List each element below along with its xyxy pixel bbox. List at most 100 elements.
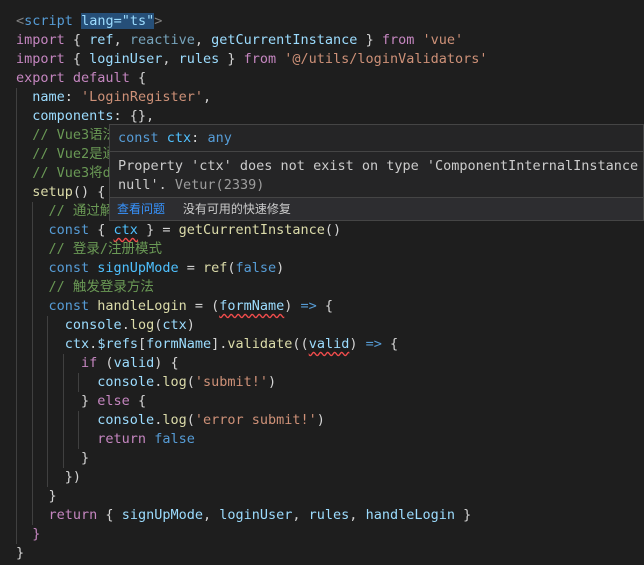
message-line-2: null'. bbox=[118, 177, 167, 193]
code-token: loginUser bbox=[219, 507, 293, 523]
view-problem-link[interactable]: 查看问题 bbox=[117, 202, 165, 216]
code-token: components bbox=[32, 108, 114, 124]
code-area[interactable]: <script lang="ts"> import { ref, reactive… bbox=[16, 12, 487, 563]
code-line[interactable]: export default { bbox=[16, 69, 487, 88]
code-token: ) { bbox=[154, 355, 179, 371]
code-token: setup bbox=[32, 184, 73, 200]
indent-guide bbox=[16, 126, 17, 145]
code-token: , bbox=[194, 32, 212, 48]
code-line[interactable]: // 触发登录方法 bbox=[16, 278, 487, 297]
code-token: getCurrentInstance bbox=[211, 32, 358, 48]
indent-guide bbox=[31, 506, 33, 525]
code-token: $refs bbox=[97, 336, 138, 352]
code-line[interactable]: import { ref, reactive, getCurrentInstan… bbox=[16, 31, 487, 50]
code-token: handleLogin bbox=[97, 298, 187, 314]
indent-guide bbox=[47, 392, 48, 411]
indent-guide bbox=[62, 430, 64, 449]
code-token: valid bbox=[113, 355, 155, 371]
indent-guide bbox=[47, 430, 48, 449]
code-editor[interactable]: <script lang="ts"> import { ref, reactive… bbox=[0, 0, 644, 565]
code-line[interactable]: if (valid) { bbox=[16, 354, 487, 373]
code-token: rules bbox=[178, 51, 220, 67]
code-token: , bbox=[202, 89, 212, 105]
code-token: else bbox=[97, 393, 130, 409]
code-line[interactable]: }) bbox=[16, 468, 487, 487]
indent-guide bbox=[31, 354, 33, 373]
code-line[interactable]: import { loginUser, rules } from '@/util… bbox=[16, 50, 487, 69]
code-token: const bbox=[48, 298, 90, 314]
code-token: // Vue3语法 bbox=[32, 127, 117, 143]
indent-guide bbox=[16, 430, 17, 449]
indent-guide bbox=[16, 525, 17, 544]
code-token: console bbox=[97, 374, 155, 390]
code-line[interactable]: return { signUpMode, loginUser, rules, h… bbox=[16, 506, 487, 525]
code-token: { bbox=[64, 32, 90, 48]
code-token: , bbox=[292, 507, 309, 523]
code-token: ( bbox=[97, 355, 114, 371]
code-line[interactable]: ctx.$refs[formName].validate((valid) => … bbox=[16, 335, 487, 354]
code-token: ) bbox=[284, 298, 301, 314]
code-token: { bbox=[381, 336, 399, 352]
indent-guide bbox=[16, 449, 17, 468]
no-quick-fix-label: 没有可用的快速修复 bbox=[182, 202, 291, 216]
indent-guide bbox=[78, 373, 79, 392]
indent-guide bbox=[78, 411, 79, 430]
signature-name: ctx bbox=[166, 130, 192, 146]
code-token: // Vue2是通 bbox=[32, 146, 117, 162]
code-line[interactable]: console.log('submit!') bbox=[16, 373, 487, 392]
code-line[interactable]: const handleLogin = (formName) => { bbox=[16, 297, 487, 316]
code-token: } bbox=[16, 545, 25, 561]
message-line-1: Property 'ctx' does not exist on type 'C… bbox=[118, 158, 644, 174]
indent-guide bbox=[31, 430, 33, 449]
code-line[interactable]: } bbox=[16, 544, 487, 563]
indent-guide bbox=[31, 411, 33, 430]
code-line[interactable]: } bbox=[16, 449, 487, 468]
code-token: (( bbox=[292, 336, 309, 352]
code-token: getCurrentInstance bbox=[178, 222, 325, 238]
code-token: console bbox=[64, 317, 122, 333]
code-token: import bbox=[16, 32, 65, 48]
code-line[interactable]: console.log('error submit!') bbox=[16, 411, 487, 430]
code-token: 'vue' bbox=[422, 32, 464, 48]
code-token: } bbox=[32, 526, 41, 542]
message-source: Vetur(2339) bbox=[174, 177, 265, 193]
code-token: ctx bbox=[162, 317, 187, 333]
code-token: } bbox=[81, 393, 98, 409]
indent-guide bbox=[16, 259, 17, 278]
indent-guide bbox=[47, 411, 48, 430]
code-token: ref bbox=[202, 260, 228, 276]
code-token: const bbox=[48, 260, 90, 276]
code-token: from bbox=[243, 51, 277, 67]
indent-guide bbox=[31, 449, 33, 468]
code-line[interactable]: const { ctx } = getCurrentInstance() bbox=[16, 221, 487, 240]
indent-guide bbox=[31, 221, 33, 240]
code-line[interactable]: } bbox=[16, 487, 487, 506]
hover-actions-bar: 查看问题 没有可用的快速修复 bbox=[110, 197, 643, 220]
code-line[interactable]: // 登录/注册模式 bbox=[16, 240, 487, 259]
code-token: return bbox=[97, 431, 147, 447]
code-token: }) bbox=[64, 469, 82, 485]
code-token: // 登录/注册模式 bbox=[48, 241, 163, 257]
code-line[interactable]: <script lang="ts"> bbox=[16, 12, 487, 31]
code-token: } bbox=[48, 488, 57, 504]
code-token: // 通过解 bbox=[48, 203, 114, 219]
code-line[interactable]: console.log(ctx) bbox=[16, 316, 487, 335]
code-token: ) bbox=[349, 336, 366, 352]
code-token: () { bbox=[72, 184, 106, 200]
code-token: validate bbox=[227, 336, 293, 352]
indent-guide bbox=[78, 430, 79, 449]
code-token: } = bbox=[137, 222, 179, 238]
indent-guide bbox=[16, 145, 17, 164]
indent-guide bbox=[16, 392, 17, 411]
code-token: script bbox=[24, 13, 73, 29]
code-token: [ bbox=[137, 336, 147, 352]
code-line[interactable]: return false bbox=[16, 430, 487, 449]
indent-guide bbox=[31, 297, 33, 316]
code-line[interactable]: const signUpMode = ref(false) bbox=[16, 259, 487, 278]
code-line[interactable]: } else { bbox=[16, 392, 487, 411]
indent-guide bbox=[16, 487, 17, 506]
code-line[interactable]: } bbox=[16, 525, 487, 544]
code-token: 'error submit!' bbox=[194, 412, 317, 428]
code-line[interactable]: name: 'LoginRegister', bbox=[16, 88, 487, 107]
code-token: } bbox=[81, 450, 90, 466]
